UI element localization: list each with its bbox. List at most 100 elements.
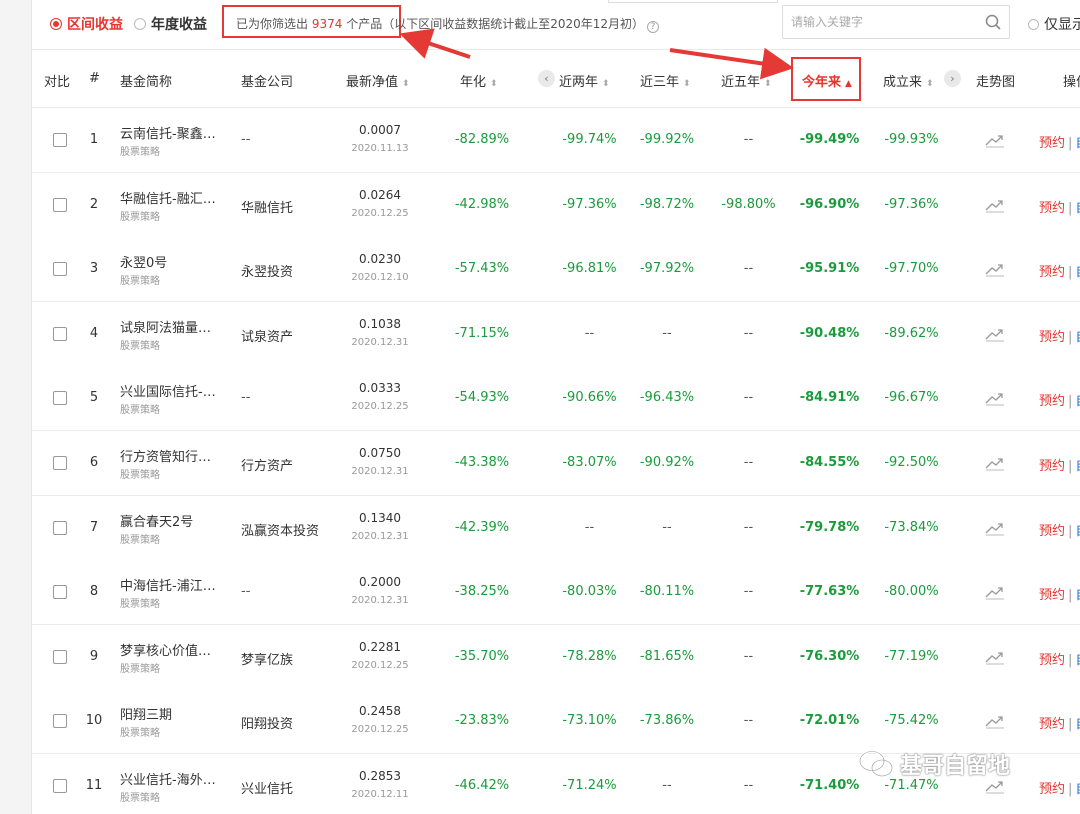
trend-chart-icon[interactable] bbox=[985, 326, 1005, 342]
header-label: 今年来 bbox=[802, 75, 842, 90]
compare-checkbox[interactable] bbox=[53, 391, 67, 406]
trend-chart-icon[interactable] bbox=[985, 261, 1005, 277]
book-link[interactable]: 预约 bbox=[1039, 136, 1065, 151]
search-input[interactable] bbox=[783, 6, 973, 38]
more-action-link[interactable]: 自 bbox=[1075, 136, 1080, 151]
rank-cell: 4 bbox=[89, 325, 99, 341]
more-action-link[interactable]: 自 bbox=[1075, 717, 1080, 732]
table-row: 9 梦享核心价值… 股票策略 梦享亿族 0.2281 2020.12.25 -35.70% -… bbox=[32, 624, 1080, 690]
trend-chart-icon[interactable] bbox=[985, 713, 1005, 729]
header-ytd[interactable]: 今年来 ▲ bbox=[802, 71, 852, 90]
trend-chart-icon[interactable] bbox=[985, 197, 1005, 213]
three-year-cell: -99.92% bbox=[639, 132, 695, 147]
fund-name-link[interactable]: 中海信托-浦江… bbox=[120, 575, 216, 594]
company-cell: 梦享亿族 bbox=[241, 652, 294, 668]
fund-name-link[interactable]: 梦享核心价值… bbox=[120, 640, 211, 659]
compare-checkbox[interactable] bbox=[53, 262, 67, 277]
search-box bbox=[782, 5, 1010, 39]
compare-checkbox[interactable] bbox=[53, 585, 67, 600]
nav-value: 0.2000 bbox=[359, 575, 401, 590]
book-link[interactable]: 预约 bbox=[1039, 201, 1065, 216]
nav-value: 0.0333 bbox=[359, 381, 401, 396]
prev-columns-icon[interactable]: ‹ bbox=[538, 70, 555, 87]
compare-checkbox[interactable] bbox=[53, 133, 67, 147]
compare-checkbox[interactable] bbox=[53, 649, 67, 664]
table-row: 2 华融信托-融汇… 股票策略 华融信托 0.0264 2020.12.25 -42.98%… bbox=[32, 172, 1080, 238]
fund-name-link[interactable]: 云南信托-聚鑫… bbox=[120, 123, 216, 142]
table-row: 6 行方资管知行… 股票策略 行方资产 0.0750 2020.12.31 -43.38% -… bbox=[32, 431, 1080, 496]
rank-cell: 9 bbox=[89, 648, 99, 664]
header-three-year[interactable]: 近三年 ⬍ bbox=[640, 71, 691, 90]
trend-chart-icon[interactable] bbox=[985, 584, 1005, 600]
annual-return-label: 年度收益 bbox=[151, 17, 207, 33]
more-action-link[interactable]: 自 bbox=[1075, 782, 1080, 797]
three-year-cell: -- bbox=[662, 325, 672, 341]
more-action-link[interactable]: 自 bbox=[1075, 653, 1080, 668]
book-link[interactable]: 预约 bbox=[1039, 782, 1065, 797]
book-link[interactable]: 预约 bbox=[1039, 588, 1065, 603]
nav-value: 0.0750 bbox=[359, 446, 401, 460]
more-action-link[interactable]: 自 bbox=[1075, 524, 1080, 539]
book-link[interactable]: 预约 bbox=[1039, 394, 1065, 409]
fund-name-link[interactable]: 华融信托-融汇… bbox=[120, 188, 216, 207]
fund-name-link[interactable]: 赢合春天2号 bbox=[120, 511, 193, 530]
book-link[interactable]: 预约 bbox=[1039, 459, 1065, 474]
nav-value: 0.1038 bbox=[359, 316, 401, 331]
compare-checkbox[interactable] bbox=[53, 326, 67, 341]
annual-return-radio[interactable]: 年度收益 bbox=[134, 14, 207, 34]
rank-cell: 8 bbox=[89, 584, 99, 600]
company-cell: 阳翔投资 bbox=[241, 717, 294, 733]
book-link[interactable]: 预约 bbox=[1039, 717, 1065, 732]
compare-checkbox[interactable] bbox=[53, 520, 67, 535]
three-year-cell: -98.72% bbox=[639, 196, 695, 212]
nav-date: 2020.11.13 bbox=[351, 143, 409, 154]
trend-chart-icon[interactable] bbox=[985, 649, 1005, 665]
table-row: 7 赢合春天2号 股票策略 泓赢资本投资 0.1340 2020.12.31 -42.39%… bbox=[32, 495, 1080, 561]
since-inception-cell: -97.70% bbox=[884, 261, 939, 277]
wechat-icon bbox=[858, 750, 894, 778]
more-action-link[interactable]: 自 bbox=[1075, 588, 1080, 603]
book-link[interactable]: 预约 bbox=[1039, 265, 1065, 280]
action-separator: | bbox=[1068, 329, 1073, 345]
header-annualized[interactable]: 年化 ⬍ bbox=[460, 71, 498, 90]
only-show-radio[interactable]: 仅显示 bbox=[1028, 14, 1080, 34]
compare-checkbox[interactable] bbox=[53, 779, 67, 793]
book-link[interactable]: 预约 bbox=[1039, 524, 1065, 539]
more-action-link[interactable]: 自 bbox=[1075, 330, 1080, 345]
compare-checkbox[interactable] bbox=[53, 714, 67, 729]
compare-checkbox[interactable] bbox=[53, 197, 67, 212]
fund-name-link[interactable]: 阳翔三期 bbox=[120, 704, 172, 723]
header-since-inception[interactable]: 成立来 ⬍ bbox=[883, 71, 934, 90]
header-five-year[interactable]: 近五年 ⬍ bbox=[721, 71, 772, 90]
header-two-year[interactable]: 近两年 ⬍ bbox=[559, 71, 610, 90]
trend-chart-icon[interactable] bbox=[985, 778, 1005, 794]
interval-return-radio[interactable]: 区间收益 bbox=[50, 14, 123, 34]
company-cell: 试泉资产 bbox=[241, 329, 294, 345]
summary-prefix: 已为你筛选出 bbox=[236, 17, 312, 31]
annualized-cell: -35.70% bbox=[454, 648, 510, 664]
fund-name-link[interactable]: 兴业国际信托-… bbox=[120, 381, 216, 400]
fund-name-link[interactable]: 兴业信托-海外… bbox=[120, 769, 216, 788]
header-latest-nav[interactable]: 最新净值 ⬍ bbox=[346, 71, 410, 90]
more-action-link[interactable]: 自 bbox=[1075, 201, 1080, 216]
trend-chart-icon[interactable] bbox=[985, 390, 1005, 406]
help-icon[interactable]: ? bbox=[647, 21, 659, 33]
annualized-cell: -43.38% bbox=[454, 455, 510, 470]
trend-chart-icon[interactable] bbox=[985, 520, 1005, 536]
trend-chart-icon[interactable] bbox=[985, 455, 1005, 471]
fund-name-link[interactable]: 试泉阿法猫量… bbox=[120, 317, 211, 336]
book-link[interactable]: 预约 bbox=[1039, 653, 1065, 668]
trend-chart-icon[interactable] bbox=[985, 132, 1005, 148]
nav-value: 0.0230 bbox=[359, 252, 401, 267]
more-action-link[interactable]: 自 bbox=[1075, 459, 1080, 474]
next-columns-icon[interactable]: › bbox=[944, 70, 961, 87]
search-icon[interactable] bbox=[985, 14, 1001, 30]
more-action-link[interactable]: 自 bbox=[1075, 265, 1080, 280]
fund-name-link[interactable]: 行方资管知行… bbox=[120, 446, 211, 465]
company-cell: -- bbox=[241, 390, 251, 406]
book-link[interactable]: 预约 bbox=[1039, 330, 1065, 345]
more-action-link[interactable]: 自 bbox=[1075, 394, 1080, 409]
compare-checkbox[interactable] bbox=[53, 456, 67, 470]
nav-date: 2020.12.10 bbox=[351, 272, 409, 284]
fund-name-link[interactable]: 永翌0号 bbox=[120, 252, 167, 271]
